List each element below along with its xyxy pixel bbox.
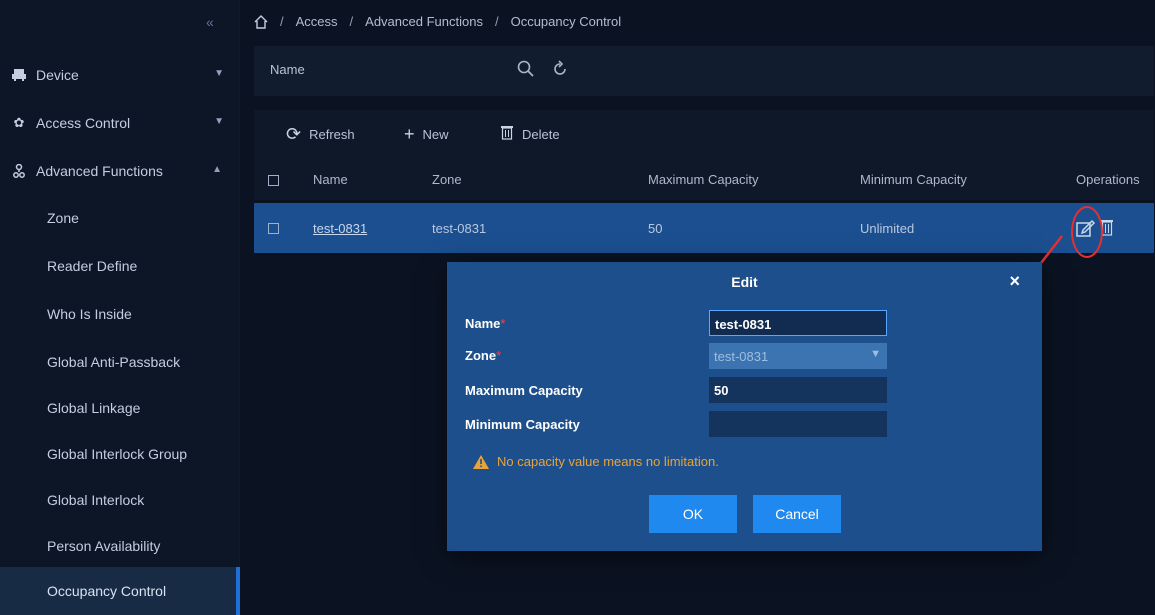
new-label: New: [422, 127, 449, 142]
search-bar: Name: [254, 46, 1154, 96]
min-capacity-field[interactable]: [709, 411, 887, 437]
delete-button[interactable]: Delete: [500, 124, 560, 145]
warning-icon: [473, 454, 489, 469]
cancel-button[interactable]: Cancel: [753, 495, 841, 533]
col-zone[interactable]: Zone: [432, 172, 462, 187]
sidebar-item-global-interlock-group[interactable]: Global Interlock Group: [0, 430, 238, 478]
zone-select[interactable]: test-0831 ▼: [709, 343, 887, 369]
chevron-down-icon: ▼: [214, 68, 224, 79]
breadcrumb-separator: /: [280, 14, 284, 29]
refresh-icon: ⟳: [286, 124, 302, 144]
name-field[interactable]: test-0831: [709, 310, 887, 336]
breadcrumb-advanced-functions[interactable]: Advanced Functions: [365, 14, 483, 29]
sidebar-item-label: Advanced Functions: [36, 163, 163, 179]
breadcrumb: / Access / Advanced Functions / Occupanc…: [254, 14, 621, 29]
trash-icon[interactable]: [1100, 217, 1114, 239]
ok-button[interactable]: OK: [649, 495, 737, 533]
table-header: Name Zone Maximum Capacity Minimum Capac…: [254, 160, 1154, 200]
row-min-capacity: Unlimited: [860, 221, 915, 236]
new-button[interactable]: + New: [404, 124, 449, 145]
sidebar-item-label: Access Control: [36, 115, 131, 131]
row-checkbox[interactable]: [268, 223, 279, 234]
min-capacity-label: Minimum Capacity: [465, 417, 580, 432]
device-icon: [12, 68, 26, 82]
max-capacity-field[interactable]: 50: [709, 377, 887, 403]
toolbar: ⟳ Refresh + New Delete: [254, 110, 1154, 160]
plus-icon: +: [404, 124, 415, 144]
chevron-down-icon: ▼: [870, 348, 881, 360]
close-icon[interactable]: ×: [1009, 271, 1020, 292]
breadcrumb-separator: /: [494, 14, 499, 29]
delete-label: Delete: [522, 127, 560, 142]
col-name[interactable]: Name: [313, 172, 348, 187]
sidebar-item-global-anti-passback[interactable]: Global Anti-Passback: [0, 338, 238, 386]
sidebar-item-advanced-functions[interactable]: Advanced Functions ▲: [0, 148, 240, 194]
sidebar-item-label: Device: [36, 67, 79, 83]
table-row[interactable]: test-0831 test-0831 50 Unlimited: [254, 203, 1154, 253]
sidebar-item-zone[interactable]: Zone: [0, 194, 238, 242]
row-zone: test-0831: [432, 221, 487, 236]
breadcrumb-separator: /: [349, 14, 354, 29]
sidebar-item-global-linkage[interactable]: Global Linkage: [0, 384, 238, 432]
edit-icon[interactable]: [1074, 217, 1096, 239]
sidebar-item-device[interactable]: Device ▼: [0, 52, 240, 98]
zone-label: Zone*: [465, 348, 502, 363]
search-name-input[interactable]: [314, 58, 514, 84]
chevron-up-icon: ▲: [212, 164, 222, 175]
sidebar-item-access-control[interactable]: ✿ Access Control ▼: [0, 100, 240, 146]
sidebar-item-reader-define[interactable]: Reader Define: [0, 242, 238, 290]
select-all-checkbox[interactable]: [268, 175, 279, 186]
network-icon: [12, 164, 26, 178]
refresh-label: Refresh: [309, 127, 355, 142]
row-name-link[interactable]: test-0831: [313, 221, 367, 236]
edit-dialog: Edit × Name* test-0831 Zone* test-0831 ▼ …: [447, 262, 1042, 551]
row-max-capacity: 50: [648, 221, 663, 236]
sidebar-item-occupancy-control[interactable]: Occupancy Control: [0, 567, 240, 615]
breadcrumb-occupancy-control: Occupancy Control: [510, 14, 622, 29]
home-icon[interactable]: [254, 14, 268, 29]
warning-text: No capacity value means no limitation.: [497, 454, 719, 469]
refresh-button[interactable]: ⟳ Refresh: [286, 124, 355, 145]
sidebar: « Device ▼ ✿ Access Control ▼ Advanced F…: [0, 0, 240, 615]
sidebar-item-person-availability[interactable]: Person Availability: [0, 522, 238, 570]
warning-message: No capacity value means no limitation.: [473, 454, 719, 469]
app-window: « Device ▼ ✿ Access Control ▼ Advanced F…: [0, 0, 1155, 615]
name-label: Name*: [465, 316, 506, 331]
trash-icon: [500, 124, 514, 145]
sidebar-item-who-is-inside[interactable]: Who Is Inside: [0, 290, 238, 338]
search-name-label: Name: [270, 62, 305, 77]
gear-icon: ✿: [13, 115, 25, 130]
collapse-sidebar-icon[interactable]: «: [206, 14, 214, 30]
breadcrumb-access[interactable]: Access: [296, 14, 338, 29]
dialog-title: Edit: [731, 274, 758, 290]
sidebar-item-global-interlock[interactable]: Global Interlock: [0, 476, 238, 524]
max-capacity-label: Maximum Capacity: [465, 383, 583, 398]
col-min-capacity[interactable]: Minimum Capacity: [860, 172, 967, 187]
chevron-down-icon: ▼: [214, 116, 224, 127]
reset-icon[interactable]: [550, 59, 570, 84]
col-max-capacity[interactable]: Maximum Capacity: [648, 172, 759, 187]
col-operations: Operations: [1076, 172, 1140, 187]
search-icon[interactable]: [516, 59, 536, 84]
